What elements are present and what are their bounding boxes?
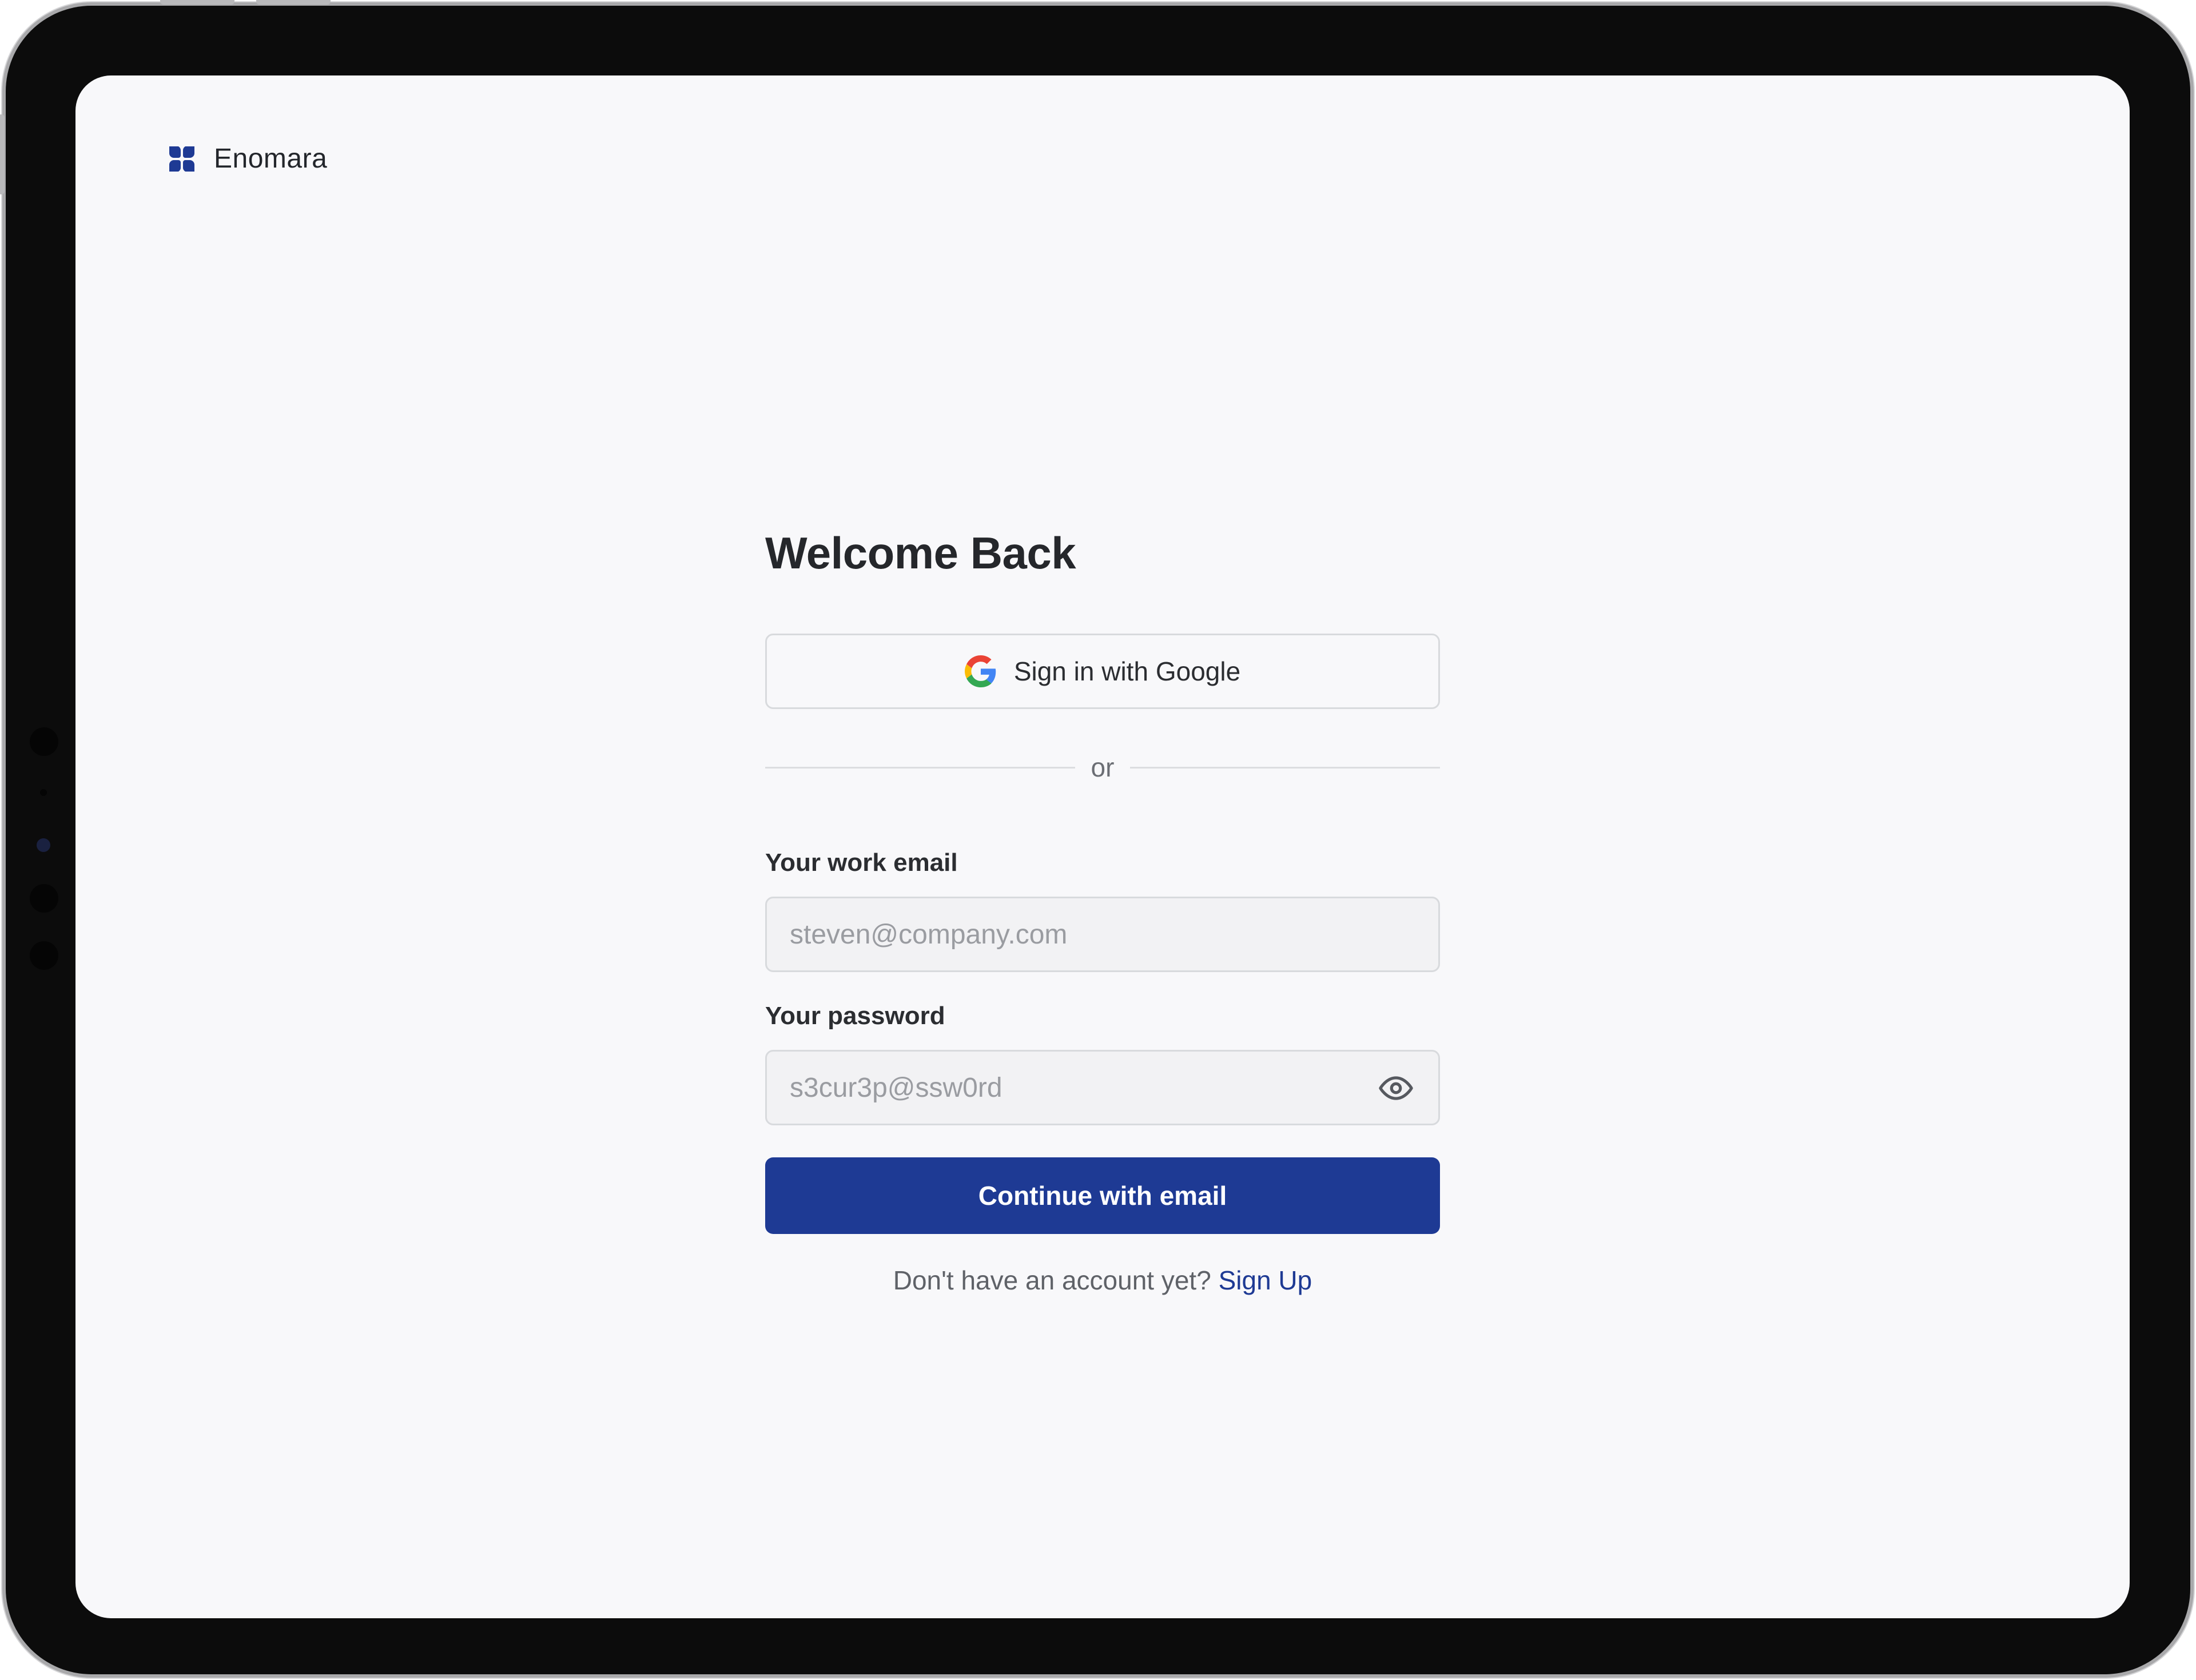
sensor-dot <box>30 884 58 913</box>
or-divider: or <box>765 750 1440 785</box>
divider-text: or <box>1091 753 1115 782</box>
volume-button <box>160 0 234 5</box>
password-label: Your password <box>765 1002 945 1030</box>
divider-line <box>1130 766 1440 769</box>
camera-dot <box>30 727 58 756</box>
divider-line <box>765 766 1075 769</box>
brand-name: Enomara <box>214 144 328 174</box>
brand-header[interactable]: Enomara <box>167 143 327 174</box>
password-field[interactable] <box>765 1050 1440 1125</box>
sensor-dot <box>40 789 47 796</box>
email-label: Your work email <box>765 849 958 877</box>
sensor-dot <box>30 941 58 970</box>
signup-prompt-row: Don't have an account yet? Sign Up <box>765 1265 1440 1296</box>
tablet-frame: Enomara Welcome Back Sign in with Google… <box>0 0 2190 1674</box>
continue-with-email-button[interactable]: Continue with email <box>765 1157 1440 1234</box>
signup-prompt-text: Don't have an account yet? <box>893 1265 1219 1295</box>
power-button <box>0 114 5 194</box>
volume-button <box>256 0 331 5</box>
login-screen: Enomara Welcome Back Sign in with Google… <box>75 75 2130 1618</box>
eye-icon[interactable] <box>1378 1070 1414 1106</box>
email-field[interactable] <box>765 897 1440 972</box>
four-petal-logo-icon <box>169 146 194 172</box>
google-signin-label: Sign in with Google <box>1013 656 1241 686</box>
login-form: Welcome Back Sign in with Google or Your… <box>765 521 1440 1295</box>
google-signin-button[interactable]: Sign in with Google <box>765 634 1440 709</box>
page-title: Welcome Back <box>765 528 1076 578</box>
google-icon <box>964 655 996 687</box>
password-field-wrapper <box>765 1050 1440 1125</box>
camera-lens <box>37 838 50 852</box>
sign-up-link[interactable]: Sign Up <box>1219 1265 1312 1295</box>
